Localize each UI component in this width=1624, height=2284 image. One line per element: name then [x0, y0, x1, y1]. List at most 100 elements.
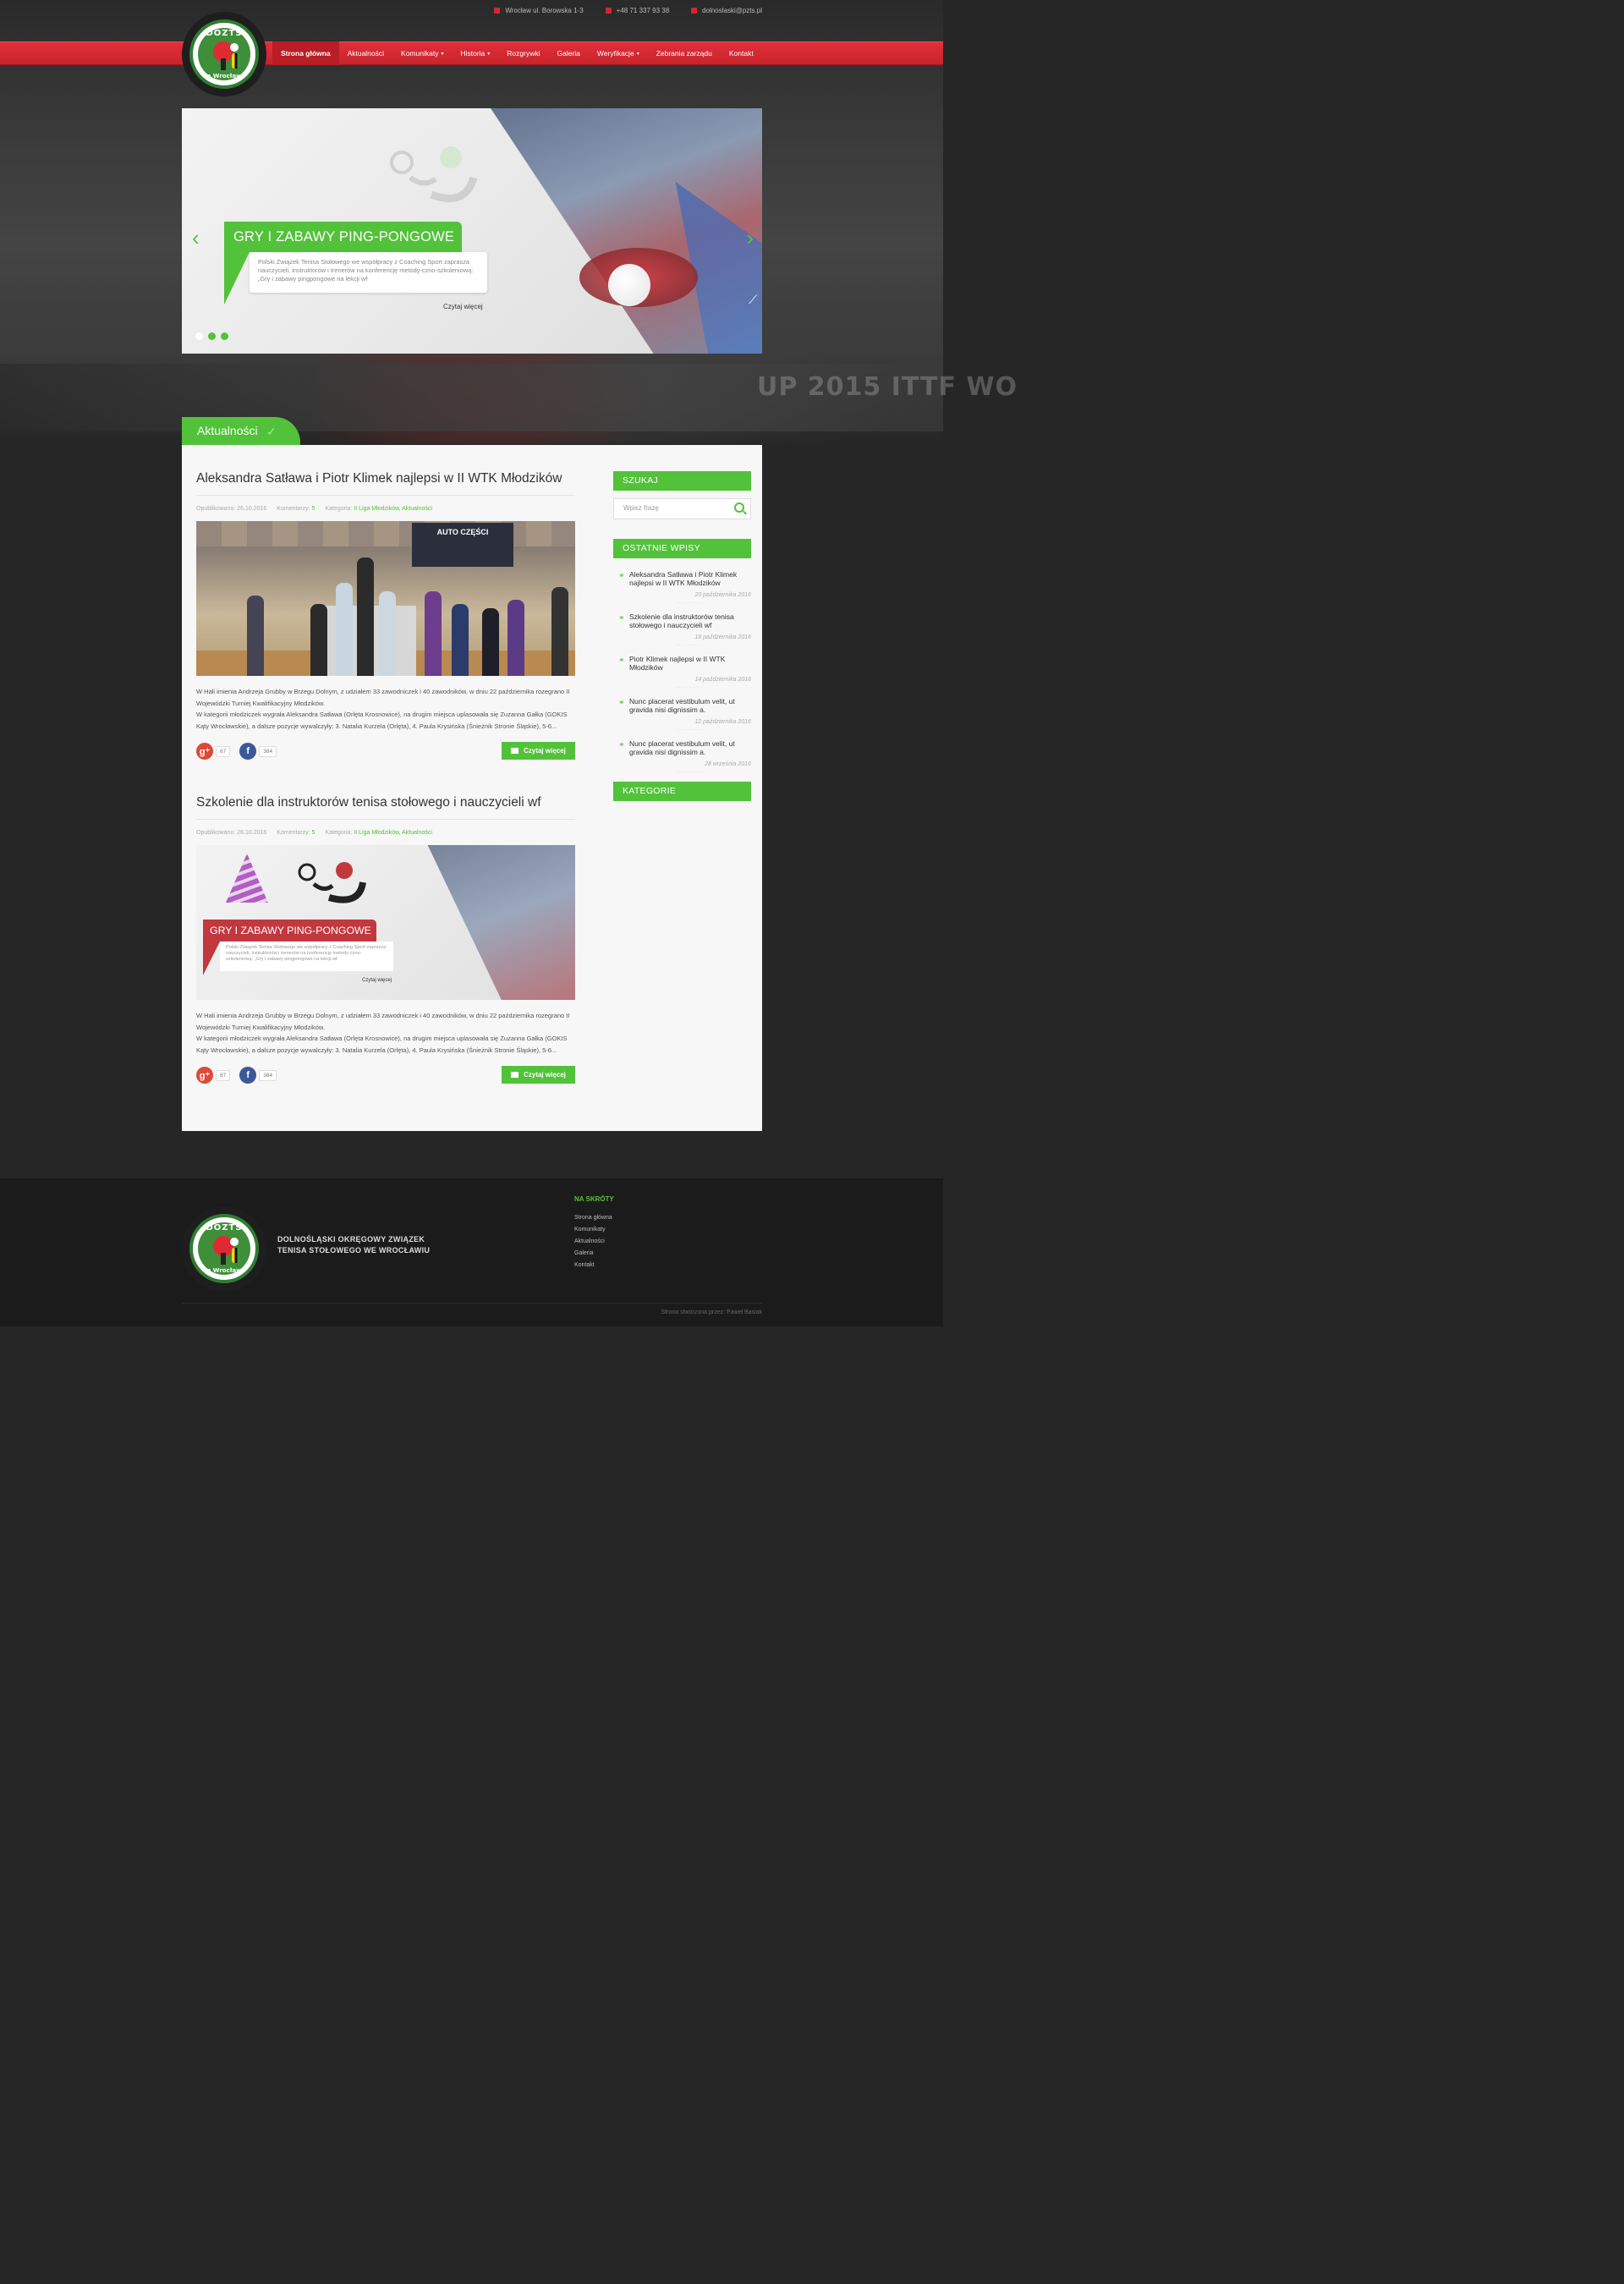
recent-post-title[interactable]: Aleksandra Satława i Piotr Klimek najlep… — [629, 570, 751, 587]
image-slide-title: GRY I ZABAWY PING-PONGOWE — [203, 920, 376, 942]
image-slide-more: Czytaj więcej — [362, 978, 392, 983]
google-plus-icon[interactable]: g⁺ — [196, 1067, 213, 1084]
post-excerpt: W Hali imienia Andrzeja Grubby w Brzegu … — [196, 688, 570, 730]
slide-title-tail — [224, 252, 250, 305]
recent-post-title[interactable]: Szkolenie dla instruktorów tenisa stołow… — [629, 612, 751, 629]
nav-item-weryfikacje[interactable]: Weryfikacje ▾ — [589, 41, 648, 65]
slide-logo-watermark — [390, 146, 478, 202]
nav-item-strona-główna[interactable]: Strona główna — [272, 41, 339, 65]
footer-link[interactable]: Strona główna — [574, 1215, 614, 1227]
arena-banner-text: UP 2015 ITTF WO — [757, 372, 1018, 402]
facebook-icon[interactable]: f — [239, 1067, 257, 1084]
slide-corner-icon: ⟋ — [749, 293, 757, 306]
post-image[interactable]: AUTO CZĘŚCI — [196, 521, 575, 676]
post-comments: Komentarzy: 5 — [277, 506, 315, 512]
recent-heading: OSTATNIE WPISY — [613, 539, 751, 558]
building-icon — [494, 7, 501, 14]
slide-text: Polski Związek Tenisa Stołowego we współ… — [250, 252, 487, 293]
chevron-right-icon[interactable]: › — [746, 227, 754, 249]
section-tab-news: Aktualności ✓ — [182, 417, 300, 445]
chevron-down-icon: ▾ — [487, 51, 491, 57]
nav-item-galeria[interactable]: Galeria — [549, 41, 589, 65]
logo-top-text: DOZTS — [206, 29, 243, 38]
footer-shortcuts: NA SKRÓTY Strona główna Komunikaty Aktua… — [574, 1195, 614, 1274]
recent-post-item[interactable]: ⚭ Aleksandra Satława i Piotr Klimek najle… — [613, 570, 751, 606]
post-comments: Komentarzy: 5 — [277, 830, 315, 836]
nav-item-komunikaty[interactable]: Komunikaty ▾ — [392, 41, 452, 65]
post-footer: g⁺ 67 f 384 Czytaj więcej — [196, 742, 575, 760]
nav-item-kontakt[interactable]: Kontakt — [721, 41, 762, 65]
category-link[interactable]: II Liga Młodzików, Aktualności — [354, 506, 432, 512]
post-title[interactable]: Szkolenie dla instruktorów tenisa stołow… — [196, 795, 575, 820]
footer-link[interactable]: Kontakt — [574, 1262, 614, 1274]
recent-post-item[interactable]: ⚭ Piotr Klimek najlepsi w II WTK Młodzikó… — [613, 655, 751, 690]
footer-logo[interactable]: DOZTS We Wrocławiu — [182, 1206, 266, 1291]
slider-dot[interactable] — [221, 332, 228, 340]
recent-post-item[interactable]: ⚭ Nunc placerat vestibulum velit, ut grav… — [613, 697, 751, 733]
recent-post-title[interactable]: Nunc placerat vestibulum velit, ut gravi… — [629, 697, 751, 714]
nav-item-aktualności[interactable]: Aktualności — [339, 41, 392, 65]
chevron-down-icon: ▾ — [636, 51, 639, 57]
read-more-button[interactable]: Czytaj więcej — [502, 1066, 575, 1084]
search-input[interactable]: Wpisz frazę — [613, 498, 751, 519]
address-item: Wrocław ul. Borowska 1-3 — [494, 6, 584, 14]
divider: ·····◦····· — [676, 643, 705, 648]
footer-org-name: DOLNOŚLĄSKI OKRĘGOWY ZWIĄZEK TENISA STOŁ… — [277, 1235, 431, 1255]
envelope-icon — [691, 7, 698, 14]
post-2: Szkolenie dla instruktorów tenisa stołow… — [196, 795, 575, 1084]
facebook-count: 384 — [259, 1069, 277, 1081]
footer-link[interactable]: Komunikaty — [574, 1227, 614, 1238]
recent-post-date: 20 października 2016 — [694, 592, 751, 598]
link-icon: ⚭ — [618, 740, 625, 749]
recent-post-title[interactable]: Nunc placerat vestibulum velit, ut gravi… — [629, 739, 751, 756]
address-text: Wrocław ul. Borowska 1-3 — [505, 6, 584, 14]
comments-count-link[interactable]: 5 — [312, 506, 315, 512]
facebook-icon[interactable]: f — [239, 743, 257, 760]
recent-post-title[interactable]: Piotr Klimek najlepsi w II WTK Młodzików — [629, 655, 751, 672]
post-date: Opublikowano: 26.10.2016 — [196, 830, 267, 836]
hero-slider[interactable]: ‹ › GRY I ZABAWY PING-PONGOWE Polski Zwi… — [182, 108, 762, 354]
footer-divider — [182, 1303, 762, 1304]
email-link[interactable]: dolnoslaski@pzts.pl — [702, 7, 762, 14]
facebook-count: 384 — [259, 745, 277, 757]
nav-item-zebrania-zarządu[interactable]: Zebrania zarządu — [648, 41, 721, 65]
nav-item-historia[interactable]: Historia ▾ — [452, 41, 498, 65]
post-image[interactable]: GRY I ZABAWY PING-PONGOWE Polski Związek… — [196, 845, 575, 1000]
recent-post-date: 28 września 2016 — [705, 761, 751, 767]
search-icon[interactable] — [734, 502, 744, 513]
link-icon: ⚭ — [618, 613, 625, 622]
post-meta: Opublikowano: 26.10.2016 Komentarzy: 5 K… — [196, 830, 575, 836]
slider-dot[interactable] — [208, 332, 216, 340]
post-title[interactable]: Aleksandra Satława i Piotr Klimek najlep… — [196, 471, 575, 496]
footer-link[interactable]: Galeria — [574, 1250, 614, 1262]
flag-stripes — [232, 1248, 240, 1263]
contact-bar: Wrocław ul. Borowska 1-3 +48 71 337 93 3… — [494, 4, 762, 16]
post-footer: g⁺ 67 f 384 Czytaj więcej — [196, 1066, 575, 1084]
phone-text[interactable]: +48 71 337 93 38 — [617, 7, 670, 14]
footer-link[interactable]: Aktualności — [574, 1238, 614, 1250]
sponsor-banner: AUTO CZĘŚCI — [412, 523, 513, 567]
comments-count-link[interactable]: 5 — [312, 830, 315, 836]
post-category: Kategoria: II Liga Młodzików, Aktualnośc… — [325, 830, 432, 836]
google-plus-count: 67 — [216, 1069, 231, 1081]
sidebar: SZUKAJ Wpisz frazę OSTATNIE WPISY ⚭ Aleks… — [613, 471, 751, 801]
email-item[interactable]: dolnoslaski@pzts.pl — [691, 7, 762, 14]
recent-post-date: 12 października 2016 — [694, 719, 751, 725]
recent-post-item[interactable]: ⚭ Szkolenie dla instruktorów tenisa stoło… — [613, 612, 751, 648]
chevron-left-icon[interactable]: ‹ — [192, 227, 200, 249]
content-panel: Aleksandra Satława i Piotr Klimek najlep… — [182, 445, 762, 1131]
google-plus-icon[interactable]: g⁺ — [196, 743, 213, 760]
footer-shortcuts-title: NA SKRÓTY — [574, 1195, 614, 1203]
nav-item-rozgrywki[interactable]: Rozgrywki — [498, 41, 548, 65]
logo-top-text: DOZTS — [206, 1223, 243, 1233]
slider-dot[interactable] — [195, 332, 203, 340]
category-link[interactable]: II Liga Młodzików, Aktualności — [354, 830, 432, 836]
book-icon — [511, 1072, 519, 1078]
site-logo[interactable]: DOZTS We Wrocławiu — [182, 12, 266, 96]
slide-read-more-link[interactable]: Czytaj więcej — [443, 303, 483, 310]
phone-item[interactable]: +48 71 337 93 38 — [605, 7, 670, 14]
categories-heading: KATEGORIE — [613, 782, 751, 801]
read-more-button[interactable]: Czytaj więcej — [502, 742, 575, 760]
main-nav: Strona główna Aktualności Komunikaty ▾ Histo… — [272, 41, 762, 65]
recent-post-item[interactable]: ⚭ Nunc placerat vestibulum velit, ut grav… — [613, 739, 751, 775]
